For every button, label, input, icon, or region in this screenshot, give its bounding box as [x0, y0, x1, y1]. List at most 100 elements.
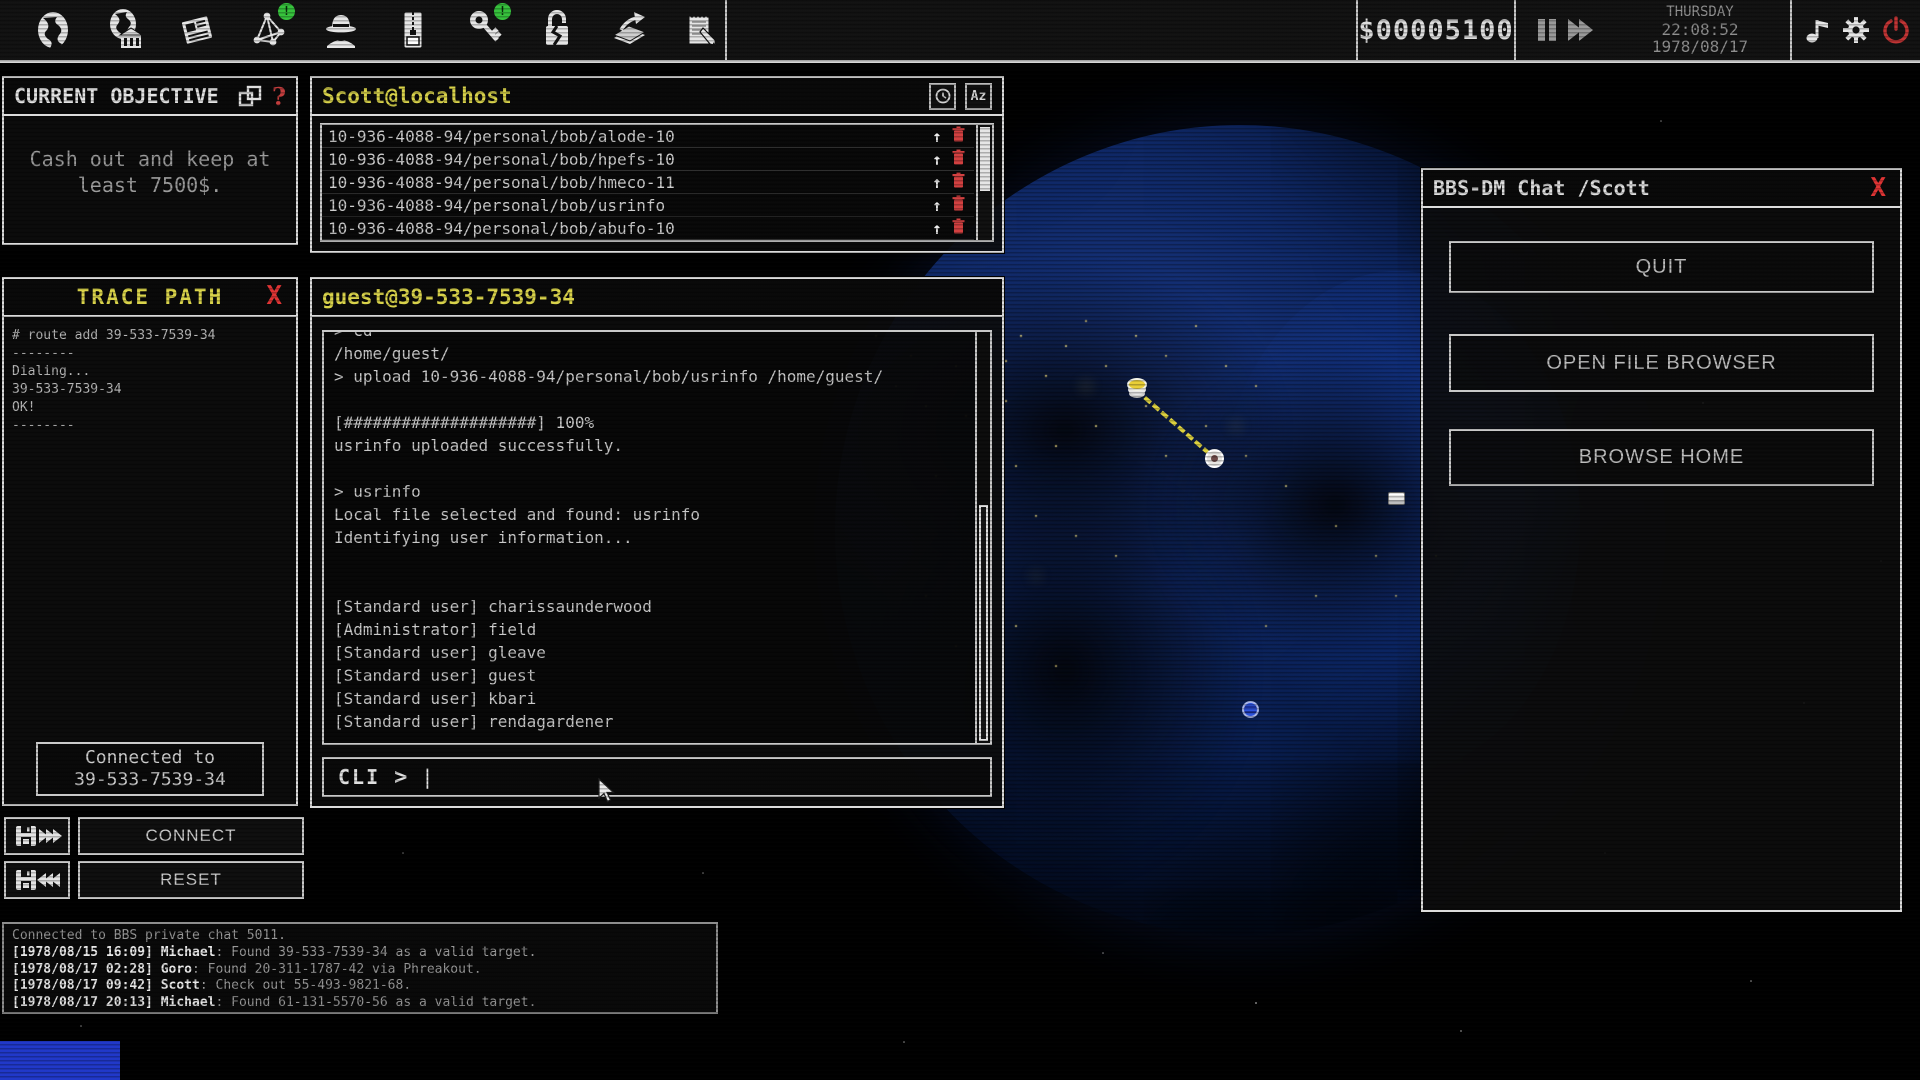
scrollbar[interactable] — [976, 125, 992, 240]
help-button[interactable]: ? — [272, 82, 286, 111]
panel-title: TRACE PATH — [77, 285, 223, 309]
connect-row: CONNECT — [4, 817, 304, 855]
delete-file-button[interactable] — [948, 195, 968, 215]
delete-file-button[interactable] — [948, 149, 968, 169]
pause-button[interactable] — [1538, 19, 1556, 41]
popout-button[interactable] — [238, 85, 262, 107]
clock-time: 22:08:52 — [1612, 21, 1788, 38]
money-display[interactable]: $00005100 — [1356, 0, 1516, 60]
sort-by-time-button[interactable] — [929, 83, 956, 110]
clock-date: 1978/08/17 — [1612, 38, 1788, 55]
file-row[interactable]: 10-936-4088-94/personal/bob/usrinfo ↑ — [322, 194, 974, 217]
mouse-cursor — [598, 778, 618, 809]
floppy-icon — [15, 869, 37, 891]
delete-file-button[interactable] — [948, 172, 968, 192]
file-browser-window: Scott@localhost Az 10-936-4088-94/person… — [310, 76, 1004, 253]
terminal-output: > cd/home/guest/> upload 10-936-4088-94/… — [322, 330, 992, 745]
trace-log: # route add 39-533-7539-34--------Dialin… — [4, 317, 296, 445]
window-title: Scott@localhost — [322, 84, 512, 108]
terminal-line — [334, 574, 966, 597]
bbs-chat-panel: BBS-DM Chat /Scott X QUIT OPEN FILE BROW… — [1421, 168, 1902, 912]
bank-button[interactable] — [102, 6, 147, 54]
reset-button[interactable]: RESET — [78, 861, 304, 899]
cli-input[interactable]: CLI > | — [322, 757, 992, 797]
world-map-button[interactable] — [30, 6, 75, 54]
save-reset-button[interactable] — [4, 861, 70, 899]
quit-button[interactable]: QUIT — [1449, 241, 1874, 293]
save-connect-button[interactable] — [4, 817, 70, 855]
trace-path-panel: TRACE PATH X # route add 39-533-7539-34-… — [2, 277, 298, 806]
trash-icon — [952, 149, 965, 165]
terminal-line: > cd — [334, 330, 966, 344]
map-source-node-icon[interactable] — [1127, 378, 1147, 391]
terminal-line: [Standard user] charissaunderwood — [334, 597, 966, 620]
software-book-button[interactable] — [606, 6, 651, 54]
zipped-file-button[interactable] — [390, 6, 435, 54]
trace-log-line: OK! — [12, 399, 288, 417]
chat-line: Connected to BBS private chat 5011. — [12, 928, 708, 945]
trace-log-line: -------- — [12, 345, 288, 363]
upload-file-button[interactable]: ↑ — [926, 173, 948, 192]
upload-file-button[interactable]: ↑ — [926, 196, 948, 215]
browse-home-button[interactable]: BROWSE HOME — [1449, 429, 1874, 486]
file-row[interactable]: 10-936-4088-94/personal/bob/alode-10 ↑ — [322, 125, 974, 148]
time-controls — [1528, 0, 1616, 60]
news-button[interactable] — [174, 6, 219, 54]
upload-file-button[interactable]: ↑ — [926, 150, 948, 169]
key-button[interactable]: ! — [462, 6, 507, 54]
file-row[interactable]: 10-936-4088-94/personal/bob/abufo-10 ↑ — [322, 217, 974, 240]
trash-icon — [952, 195, 965, 211]
zipped-file-icon — [392, 8, 434, 52]
sort-alpha-button[interactable]: Az — [965, 83, 992, 110]
scrollbar-thumb[interactable] — [979, 505, 988, 741]
close-button[interactable]: X — [1866, 175, 1890, 201]
trace-log-line: -------- — [12, 417, 288, 435]
terminal-line: Local file selected and found: usrinfo — [334, 505, 966, 528]
terminal-line: Identifying user information... — [334, 528, 966, 551]
close-button[interactable]: X — [262, 283, 288, 309]
taskbar-item[interactable] — [0, 1041, 120, 1080]
connect-button[interactable]: CONNECT — [78, 817, 304, 855]
settings-button[interactable] — [1841, 15, 1871, 45]
map-server-node-icon[interactable] — [1388, 492, 1405, 505]
panel-title: BBS-DM Chat /Scott — [1433, 176, 1650, 200]
music-note-icon — [1804, 16, 1830, 44]
chat-line: [1978/08/17 09:42] Scott: Check out 55-4… — [12, 978, 708, 995]
terminal-line: usrinfo uploaded successfully. — [334, 436, 966, 459]
spy-button[interactable] — [318, 6, 363, 54]
map-target-node-icon[interactable] — [1205, 449, 1224, 468]
notification-badge: ! — [278, 3, 295, 20]
fast-forward-button[interactable] — [1568, 19, 1590, 41]
trash-icon — [952, 126, 965, 142]
file-row[interactable]: 10-936-4088-94/personal/bob/hmeco-11 ↑ — [322, 171, 974, 194]
upload-file-button[interactable]: ↑ — [926, 219, 948, 238]
panel-title: CURRENT OBJECTIVE — [14, 84, 219, 108]
cascade-windows-icon — [238, 85, 262, 107]
terminal-line: [Administrator] field — [334, 620, 966, 643]
gear-icon — [1842, 16, 1870, 44]
trash-icon — [952, 172, 965, 188]
map-blue-node-icon[interactable] — [1242, 701, 1259, 718]
scrollbar[interactable] — [975, 332, 990, 743]
trace-log-line: # route add 39-533-7539-34 — [12, 327, 288, 345]
network-button[interactable]: ! — [246, 6, 291, 54]
upload-file-button[interactable]: ↑ — [926, 127, 948, 146]
chat-line: [1978/08/17 20:13] Michael: Found 61-131… — [12, 995, 708, 1012]
broken-lock-button[interactable] — [534, 6, 579, 54]
delete-file-button[interactable] — [948, 126, 968, 146]
bbs-chat-log: Connected to BBS private chat 5011. [197… — [2, 922, 718, 1014]
delete-file-button[interactable] — [948, 218, 968, 238]
file-row[interactable]: 10-936-4088-94/personal/bob/hpefs-10 ↑ — [322, 148, 974, 171]
open-file-browser-button[interactable]: OPEN FILE BROWSER — [1449, 334, 1874, 392]
power-icon — [1882, 16, 1910, 44]
terminal-line: [####################] 100% — [334, 413, 966, 436]
broken-lock-icon — [536, 8, 578, 52]
notepad-button[interactable] — [678, 6, 723, 54]
terminal-line: /home/guest/ — [334, 344, 966, 367]
music-button[interactable] — [1802, 15, 1832, 45]
file-path: 10-936-4088-94/personal/bob/usrinfo — [328, 196, 926, 215]
scrollbar-thumb[interactable] — [980, 127, 990, 191]
toolbar-icon-strip: ! ! — [0, 0, 727, 60]
power-button[interactable] — [1881, 15, 1911, 45]
notification-badge: ! — [494, 3, 511, 20]
